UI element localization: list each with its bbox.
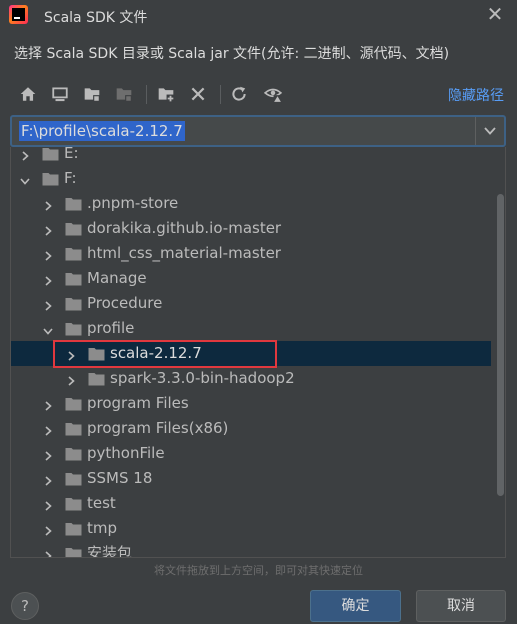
tree-row-label: Procedure xyxy=(87,294,163,312)
tree-row-label: tmp xyxy=(87,519,118,537)
folder-icon xyxy=(88,346,105,361)
tree-row-label: SSMS 18 xyxy=(87,469,153,487)
chevron-right-icon[interactable] xyxy=(42,197,54,211)
home-icon[interactable] xyxy=(16,82,40,106)
dialog-description: 选择 Scala SDK 目录或 Scala jar 文件(允许: 二进制、源代… xyxy=(14,46,450,62)
folder-icon xyxy=(65,321,82,336)
chevron-right-icon[interactable] xyxy=(42,447,54,461)
title-bar: Scala SDK 文件 ✕ xyxy=(0,0,517,32)
help-button[interactable]: ? xyxy=(11,592,39,620)
tree-row[interactable]: spark-3.3.0-bin-hadoop2 xyxy=(11,366,491,391)
folder-icon xyxy=(65,446,82,461)
file-chooser-toolbar: 隐藏路径 xyxy=(14,82,504,108)
chevron-right-icon[interactable] xyxy=(42,522,54,536)
tree-row[interactable]: scala-2.12.7 xyxy=(11,341,491,366)
ok-button[interactable]: 确定 xyxy=(310,590,401,622)
folder-icon xyxy=(65,471,82,486)
tree-row[interactable]: program Files xyxy=(11,391,491,416)
folder-icon xyxy=(65,196,82,211)
chevron-down-icon[interactable] xyxy=(476,117,504,145)
window-title: Scala SDK 文件 xyxy=(44,10,148,26)
toolbar-separator xyxy=(146,85,147,104)
tree-row[interactable]: SSMS 18 xyxy=(11,466,491,491)
path-input-value[interactable]: F:\profile\scala-2.12.7 xyxy=(19,121,185,141)
toolbar-separator xyxy=(220,85,221,104)
chevron-right-icon[interactable] xyxy=(42,272,54,286)
project-folder-icon[interactable] xyxy=(80,82,104,106)
chevron-right-icon[interactable] xyxy=(42,247,54,261)
chevron-right-icon[interactable] xyxy=(19,147,31,161)
hide-path-link[interactable]: 隐藏路径 xyxy=(448,85,504,105)
show-hidden-icon[interactable] xyxy=(261,82,285,106)
chevron-right-icon[interactable] xyxy=(42,472,54,486)
tree-row-label: dorakika.github.io-master xyxy=(87,219,282,237)
tree-row[interactable]: E: xyxy=(11,147,491,166)
tree-row-label: Manage xyxy=(87,269,147,287)
file-tree[interactable]: E: F: .pnpm-store dorakika.github.io-master… xyxy=(10,147,506,558)
chevron-down-icon[interactable] xyxy=(19,172,31,185)
folder-icon xyxy=(65,546,82,557)
tree-row[interactable]: profile xyxy=(11,316,491,341)
folder-icon xyxy=(65,396,82,411)
delete-icon[interactable] xyxy=(186,82,210,106)
tree-row[interactable]: F: xyxy=(11,166,491,191)
chevron-right-icon[interactable] xyxy=(42,422,54,436)
folder-icon xyxy=(65,521,82,536)
tree-row-label: html_css_material-master xyxy=(87,244,281,262)
chevron-down-icon[interactable] xyxy=(42,322,54,335)
folder-icon xyxy=(65,296,82,311)
new-folder-icon[interactable] xyxy=(154,82,178,106)
tree-row[interactable]: program Files(x86) xyxy=(11,416,491,441)
folder-icon xyxy=(65,221,82,236)
tree-row-label: E: xyxy=(64,147,79,162)
path-field[interactable]: F:\profile\scala-2.12.7 xyxy=(10,115,506,147)
folder-icon xyxy=(65,421,82,436)
chevron-right-icon[interactable] xyxy=(65,347,77,361)
folder-icon xyxy=(65,496,82,511)
tree-row-label: 安装包 xyxy=(87,544,133,558)
tree-row[interactable]: .pnpm-store xyxy=(11,191,491,216)
tree-row-label: profile xyxy=(87,319,135,337)
tree-row-label: pythonFile xyxy=(87,444,165,462)
folder-icon xyxy=(88,371,105,386)
chevron-right-icon[interactable] xyxy=(42,397,54,411)
tree-row-label: .pnpm-store xyxy=(87,194,179,212)
tree-row[interactable]: test xyxy=(11,491,491,516)
tree-row[interactable]: pythonFile xyxy=(11,441,491,466)
tree-scrollbar[interactable] xyxy=(497,194,504,496)
tree-row-label: F: xyxy=(64,169,77,187)
tree-row[interactable]: Procedure xyxy=(11,291,491,316)
tree-row-label: program Files xyxy=(87,394,189,412)
chevron-right-icon[interactable] xyxy=(65,372,77,386)
tree-row[interactable]: tmp xyxy=(11,516,491,541)
folder-icon xyxy=(42,147,59,161)
chevron-right-icon[interactable] xyxy=(42,222,54,236)
refresh-icon[interactable] xyxy=(227,82,251,106)
folder-icon xyxy=(65,271,82,286)
close-icon[interactable]: ✕ xyxy=(485,4,505,24)
chevron-right-icon[interactable] xyxy=(42,297,54,311)
tree-row-label: scala-2.12.7 xyxy=(110,344,202,362)
drop-hint: 将文件拖放到上方空间，即可对其快速定位 xyxy=(154,564,363,577)
tree-row-label: test xyxy=(87,494,116,512)
cancel-button[interactable]: 取消 xyxy=(416,590,506,622)
chevron-right-icon[interactable] xyxy=(42,547,54,557)
tree-row[interactable]: 安装包 xyxy=(11,541,491,558)
module-folder-icon[interactable] xyxy=(112,82,136,106)
intellij-logo-icon xyxy=(9,5,28,24)
tree-row[interactable]: Manage xyxy=(11,266,491,291)
tree-row[interactable]: html_css_material-master xyxy=(11,241,491,266)
chevron-right-icon[interactable] xyxy=(42,497,54,511)
folder-icon xyxy=(65,246,82,261)
folder-icon xyxy=(42,171,59,186)
desktop-icon[interactable] xyxy=(48,82,72,106)
tree-row-label: spark-3.3.0-bin-hadoop2 xyxy=(110,369,295,387)
tree-row-label: program Files(x86) xyxy=(87,419,229,437)
tree-row[interactable]: dorakika.github.io-master xyxy=(11,216,491,241)
